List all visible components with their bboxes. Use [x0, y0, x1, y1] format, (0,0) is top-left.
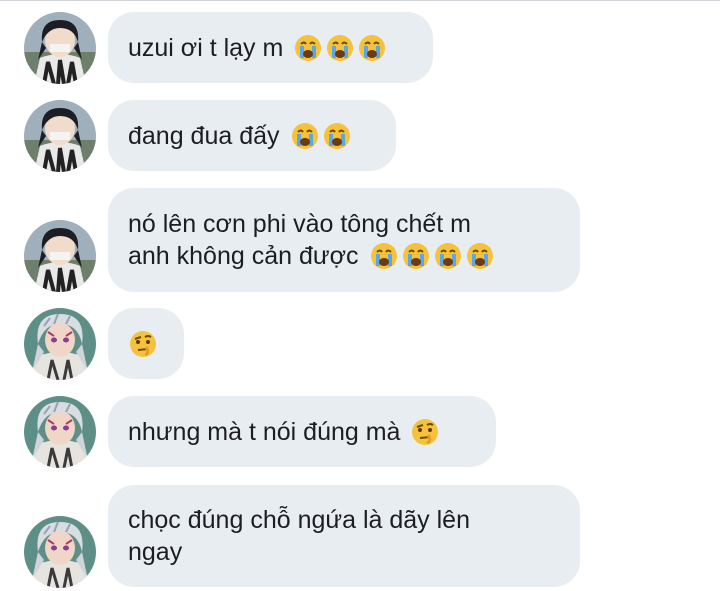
avatar-uzui[interactable]: [24, 308, 96, 380]
message-bubble[interactable]: uzui ơi t lạy m: [108, 12, 433, 83]
crying-emoji: [325, 33, 355, 63]
crying-emoji: [369, 241, 399, 271]
crying-emoji: [465, 241, 495, 271]
message-bubble[interactable]: đang đua đấy: [108, 100, 396, 171]
message-bubble[interactable]: nhưng mà t nói đúng mà: [108, 396, 496, 467]
message-line: nó lên cơn phi vào tông chết m: [128, 208, 560, 240]
message-text: nó lên cơn phi vào tông chết m: [128, 210, 471, 238]
message-line: uzui ơi t lạy m: [128, 32, 413, 64]
avatar-obanai[interactable]: [24, 100, 96, 172]
message-text: đang đua đấy: [128, 121, 280, 150]
emoji-group: [290, 121, 352, 151]
message-line: ngay: [128, 536, 560, 568]
message-text: anh không cản được: [128, 242, 359, 270]
avatar-obanai[interactable]: [24, 12, 96, 84]
message-text: ngay: [128, 538, 183, 566]
crying-emoji: [293, 33, 323, 63]
top-divider: [0, 0, 720, 1]
message-text: nhưng mà t nói đúng mà: [128, 417, 401, 446]
message-line: nhưng mà t nói đúng mà: [128, 416, 476, 448]
avatar-uzui[interactable]: [24, 396, 96, 468]
message-text: uzui ơi t lạy m: [128, 33, 284, 62]
raised-eyebrow-emoji: [128, 329, 158, 359]
message-line: [128, 329, 184, 359]
message-text: chọc đúng chỗ ngứa là dãy lên: [128, 506, 470, 534]
crying-emoji: [433, 241, 463, 271]
message-line: anh không cản được: [128, 240, 560, 272]
raised-eyebrow-emoji: [410, 417, 440, 447]
crying-emoji: [357, 33, 387, 63]
message-bubble[interactable]: [108, 308, 184, 379]
message-bubble[interactable]: nó lên cơn phi vào tông chết m anh không…: [108, 188, 580, 292]
emoji-group: [369, 241, 495, 271]
message-line: đang đua đấy: [128, 120, 376, 152]
avatar-obanai[interactable]: [24, 220, 96, 292]
message-bubble[interactable]: chọc đúng chỗ ngứa là dãy lên ngay: [108, 485, 580, 587]
emoji-group: [410, 417, 440, 447]
avatar-uzui[interactable]: [24, 516, 96, 588]
crying-emoji: [322, 121, 352, 151]
emoji-group: [293, 33, 387, 63]
crying-emoji: [290, 121, 320, 151]
crying-emoji: [401, 241, 431, 271]
message-line: chọc đúng chỗ ngứa là dãy lên: [128, 504, 560, 536]
